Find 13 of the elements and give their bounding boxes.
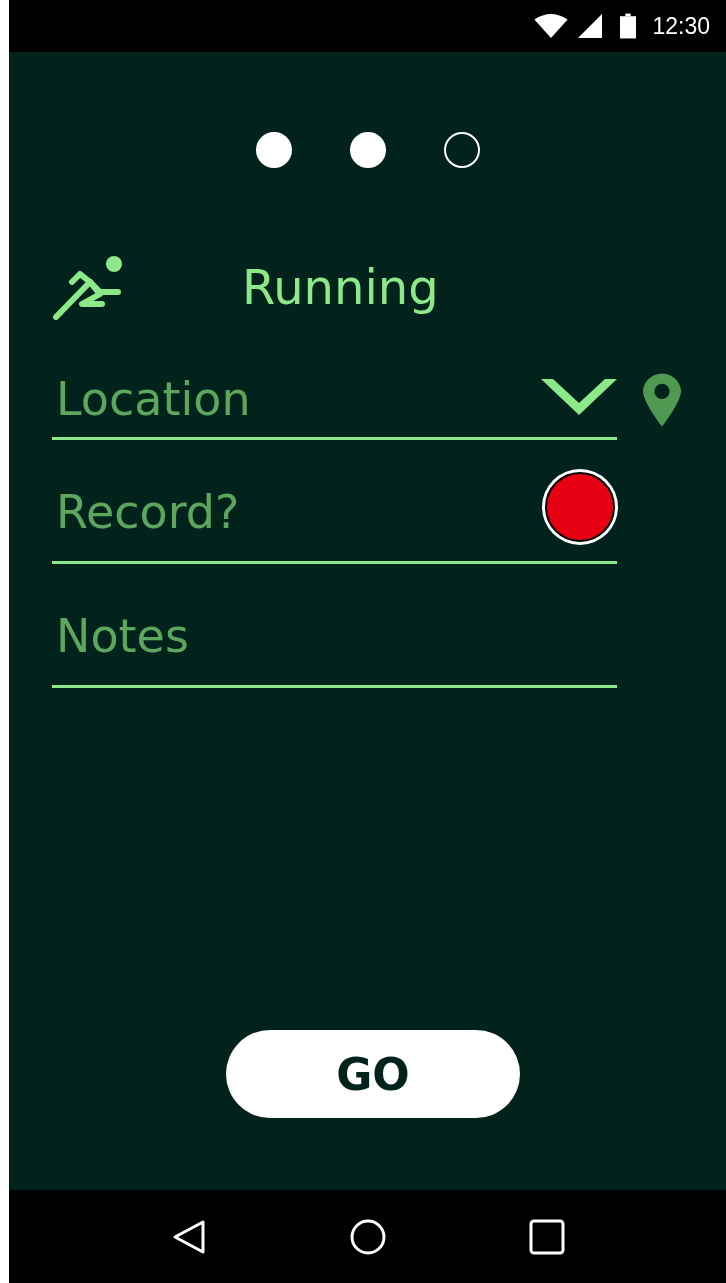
wifi-icon (534, 14, 569, 38)
input-field[interactable]: Location (52, 371, 541, 426)
record-button[interactable] (545, 471, 615, 542)
go-button[interactable]: GO (226, 1030, 520, 1118)
input-field[interactable]: Record? (52, 484, 545, 539)
activity-title: Running (242, 259, 439, 315)
signal-icon (578, 14, 603, 38)
battery-icon (620, 13, 637, 39)
input-field[interactable]: Notes (52, 608, 617, 663)
home-icon[interactable] (349, 1218, 386, 1255)
status-time: 12:30 (652, 12, 710, 40)
recents-icon[interactable] (528, 1218, 565, 1255)
location-pin-icon[interactable] (643, 373, 681, 427)
